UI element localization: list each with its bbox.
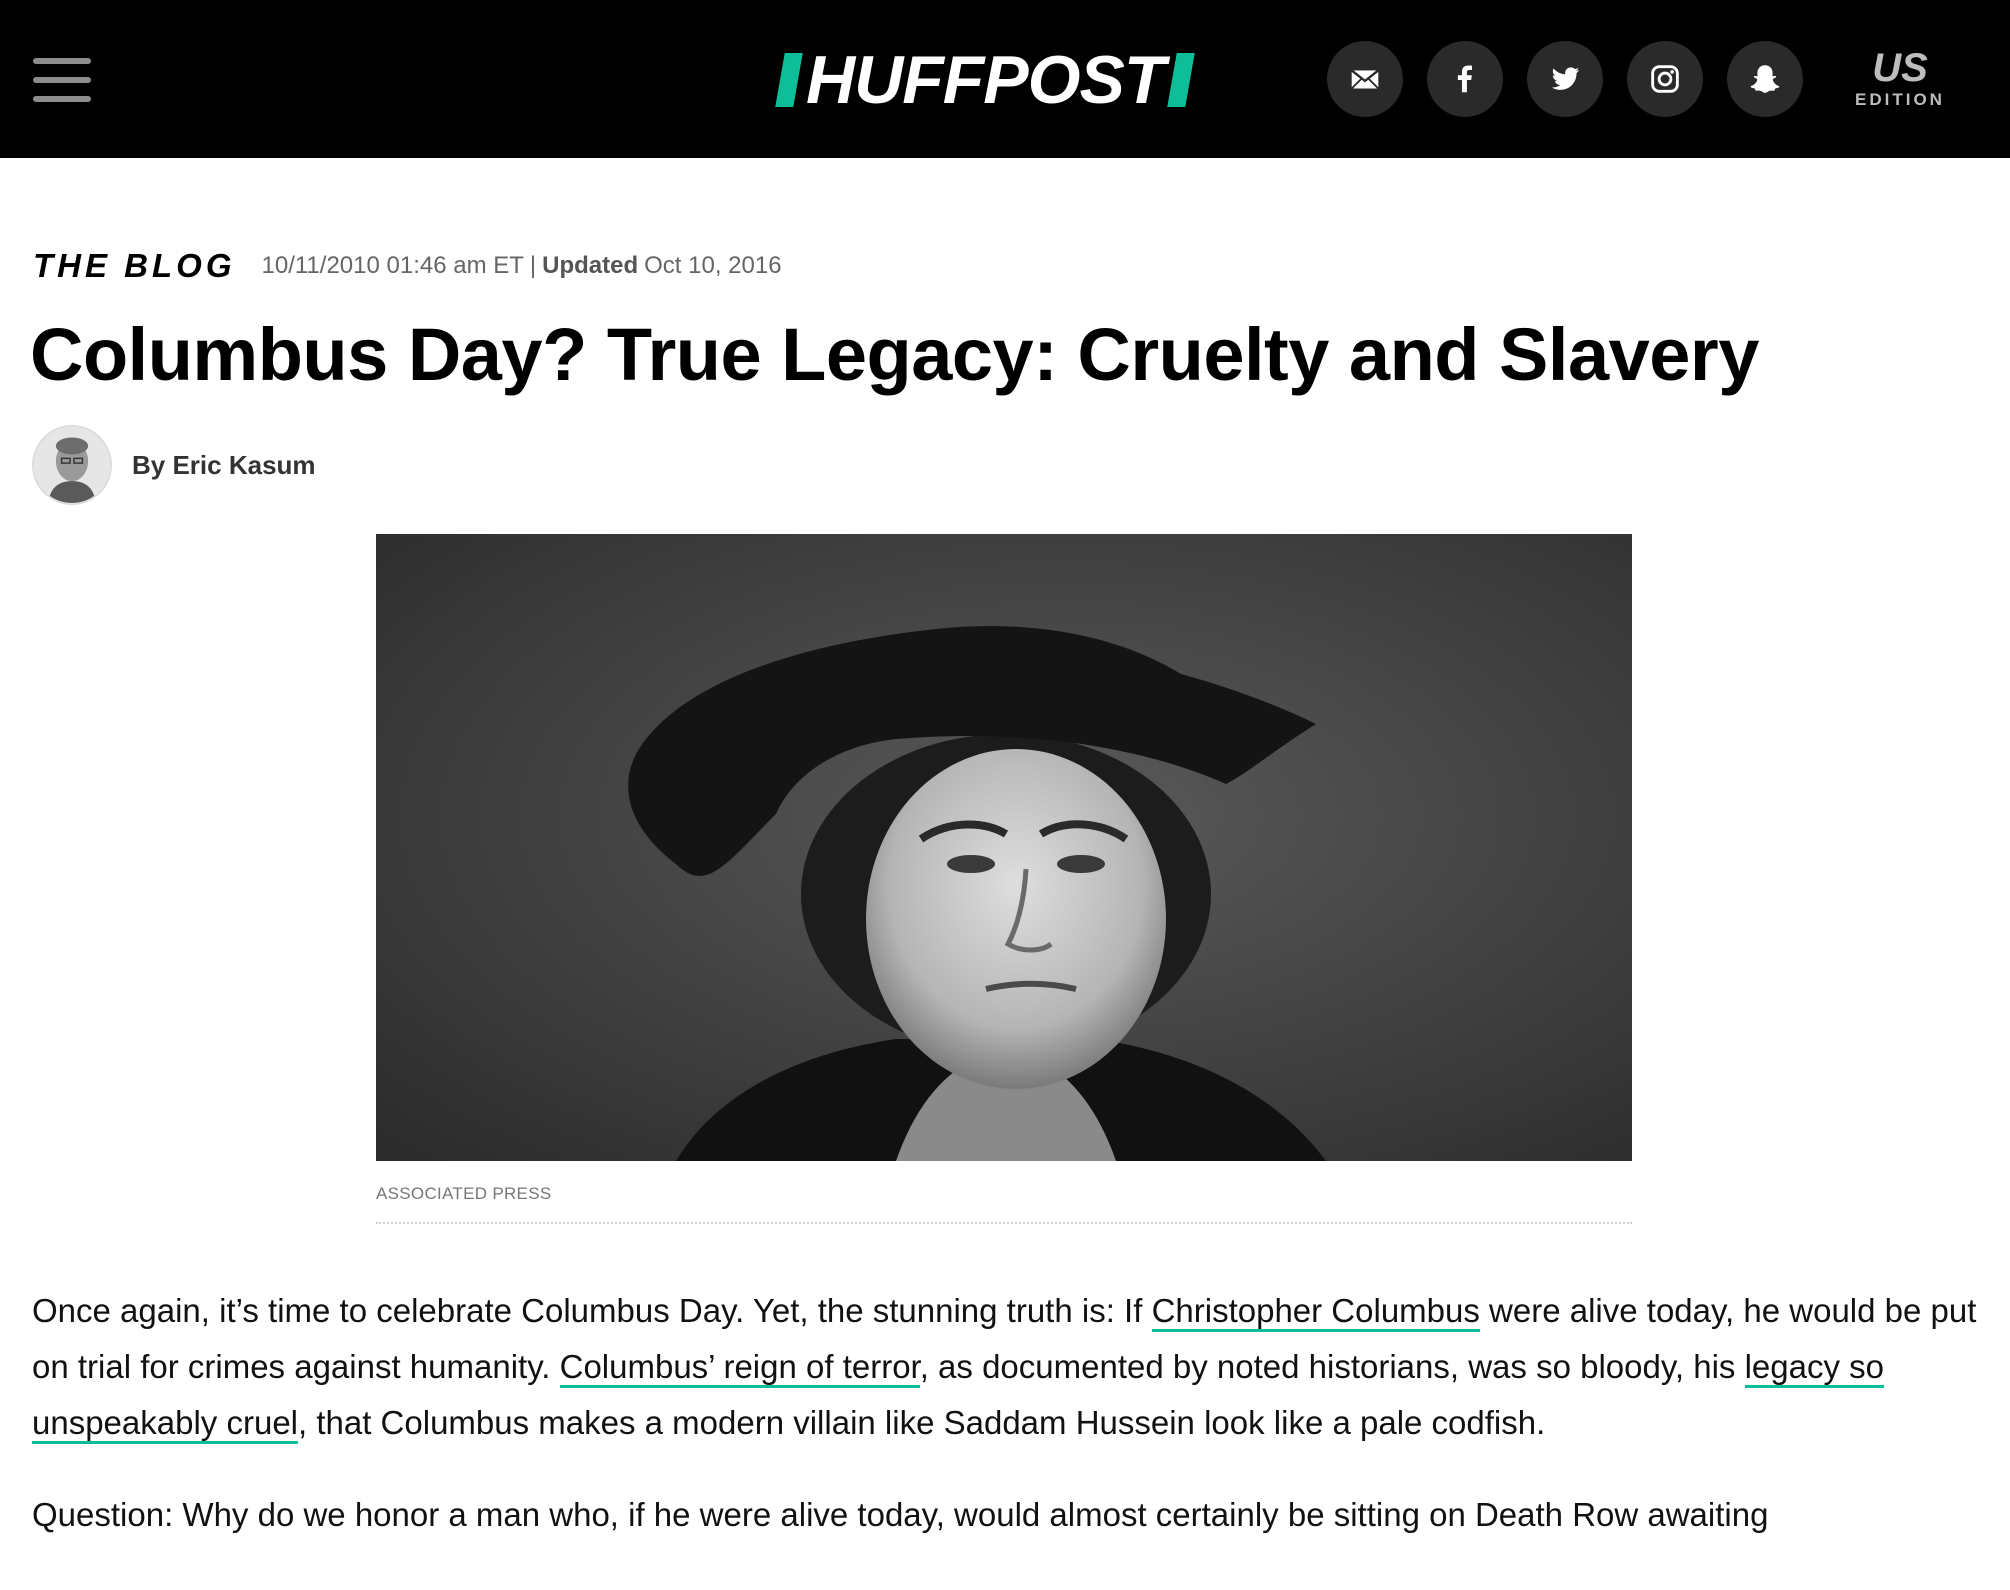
link-reign-of-terror[interactable]: Columbus’ reign of terror <box>559 1348 920 1388</box>
huffpost-logo[interactable]: HUFFPOST <box>775 42 1196 118</box>
publish-date: 10/11/2010 01:46 am ET <box>261 252 524 279</box>
logo-right-bar <box>1167 53 1196 107</box>
menu-icon[interactable] <box>33 58 91 102</box>
email-icon[interactable] <box>1327 41 1403 117</box>
article-photo <box>376 534 1632 1161</box>
updated-label: Updated <box>542 252 639 279</box>
article-title: Columbus Day? True Legacy: Cruelty and S… <box>30 313 1759 396</box>
author-byline[interactable]: By Eric Kasum <box>132 450 316 481</box>
section-label[interactable]: THE BLOG <box>33 247 236 285</box>
top-navigation-bar: HUFFPOST US EDITION <box>0 0 2010 158</box>
paragraph-2: Question: Why do we honor a man who, if … <box>32 1496 1769 1533</box>
snapchat-icon[interactable] <box>1727 41 1803 117</box>
caption-divider <box>376 1222 1632 1224</box>
author-avatar[interactable] <box>32 425 112 505</box>
edition-label: EDITION <box>1855 90 1945 109</box>
meta-separator: | <box>529 252 537 279</box>
logo-text: HUFFPOST <box>806 42 1165 118</box>
edition-selector[interactable]: US EDITION <box>1850 48 1950 110</box>
paragraph-1: Once again, it’s time to celebrate Colum… <box>32 1283 1982 1451</box>
logo-left-bar <box>775 53 803 107</box>
edition-us-label: US <box>1872 46 1928 90</box>
updated-date: Oct 10, 2016 <box>644 252 782 279</box>
paragraph-text: , that Columbus makes a modern villain l… <box>298 1404 1546 1441</box>
article-meta: THE BLOG 10/11/2010 01:46 am ET | Update… <box>33 246 782 286</box>
image-credit: ASSOCIATED PRESS <box>376 1184 552 1203</box>
article-body: Once again, it’s time to celebrate Colum… <box>32 1283 1982 1579</box>
twitter-icon[interactable] <box>1527 41 1603 117</box>
paragraph-text: Once again, it’s time to celebrate Colum… <box>32 1292 1152 1329</box>
paragraph-text: , as documented by noted historians, was… <box>919 1348 1745 1385</box>
facebook-icon[interactable] <box>1427 41 1503 117</box>
author-block: By Eric Kasum <box>32 425 316 505</box>
link-christopher-columbus[interactable]: Christopher Columbus <box>1151 1292 1480 1332</box>
instagram-icon[interactable] <box>1627 41 1703 117</box>
